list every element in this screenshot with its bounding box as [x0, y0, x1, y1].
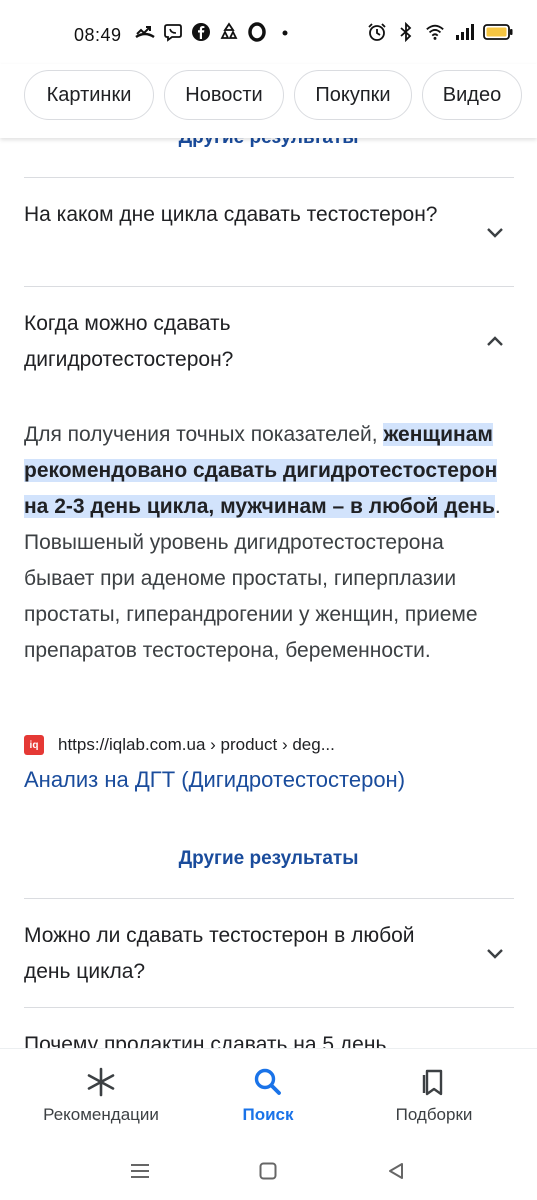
alarm-icon [367, 22, 387, 42]
chevron-down-icon[interactable] [484, 221, 506, 243]
recycle-icon [219, 22, 239, 42]
nav-search[interactable]: Поиск [218, 1049, 318, 1145]
bottom-navigation: Рекомендации Поиск Подборки [0, 1048, 537, 1145]
answer-suffix: . Повышеный уровень дигидротестостерона … [24, 495, 501, 662]
collections-icon [418, 1065, 450, 1099]
divider [24, 1007, 514, 1008]
viber-icon [163, 22, 183, 42]
featured-answer: Для получения точных показателей, женщин… [24, 417, 514, 669]
source-url[interactable]: https://iqlab.com.ua › product › deg... [58, 735, 335, 755]
nav-label: Подборки [395, 1105, 473, 1124]
source-row[interactable]: iq https://iqlab.com.ua › product › deg.… [24, 733, 335, 757]
opera-icon [247, 22, 267, 42]
asterisk-icon [85, 1065, 117, 1099]
faq-question-2[interactable]: Когда можно сдавать дигидротестостерон? [24, 306, 444, 378]
system-status-icons [367, 22, 513, 42]
home-icon[interactable] [253, 1156, 283, 1186]
answer-prefix: Для получения точных показателей, [24, 423, 384, 446]
dot-icon [275, 22, 295, 42]
chip-shopping[interactable]: Покупки [294, 70, 412, 120]
signal-icon [454, 22, 474, 42]
chip-news[interactable]: Новости [164, 70, 284, 120]
battery-icon [483, 22, 513, 42]
divider [24, 286, 514, 287]
site-favicon: iq [24, 735, 44, 755]
divider [24, 177, 514, 178]
notification-icons [135, 22, 295, 42]
more-results-link[interactable]: Другие результаты [0, 848, 537, 870]
system-navigation-bar [0, 1144, 537, 1200]
search-icon [252, 1065, 284, 1099]
nav-label: Рекомендации [43, 1105, 159, 1124]
result-title-link[interactable]: Анализ на ДГТ (Дигидротестостерон) [24, 767, 405, 793]
chip-images[interactable]: Картинки [24, 70, 154, 120]
filter-chips-bar: Картинки Новости Покупки Видео [0, 64, 537, 138]
bluetooth-icon [396, 22, 416, 42]
nav-collections[interactable]: Подборки [379, 1049, 489, 1145]
back-icon[interactable] [381, 1156, 411, 1186]
facebook-icon [191, 22, 211, 42]
status-bar: 08:49 [0, 0, 537, 64]
faq-question-3[interactable]: Можно ли сдавать тестостерон в любой ден… [24, 918, 444, 990]
nav-label-active: Поиск [242, 1105, 294, 1124]
chevron-down-icon[interactable] [484, 942, 506, 964]
faq-question-1[interactable]: На каком дне цикла сдавать тестостерон? [24, 197, 444, 233]
status-time: 08:49 [74, 25, 122, 45]
nav-recommendations[interactable]: Рекомендации [26, 1049, 176, 1145]
chip-video[interactable]: Видео [422, 70, 522, 120]
menu-icon[interactable] [125, 1156, 155, 1186]
chevron-up-icon[interactable] [484, 330, 506, 352]
divider [24, 898, 514, 899]
missed-call-icon [135, 22, 155, 42]
wifi-icon [425, 22, 445, 42]
